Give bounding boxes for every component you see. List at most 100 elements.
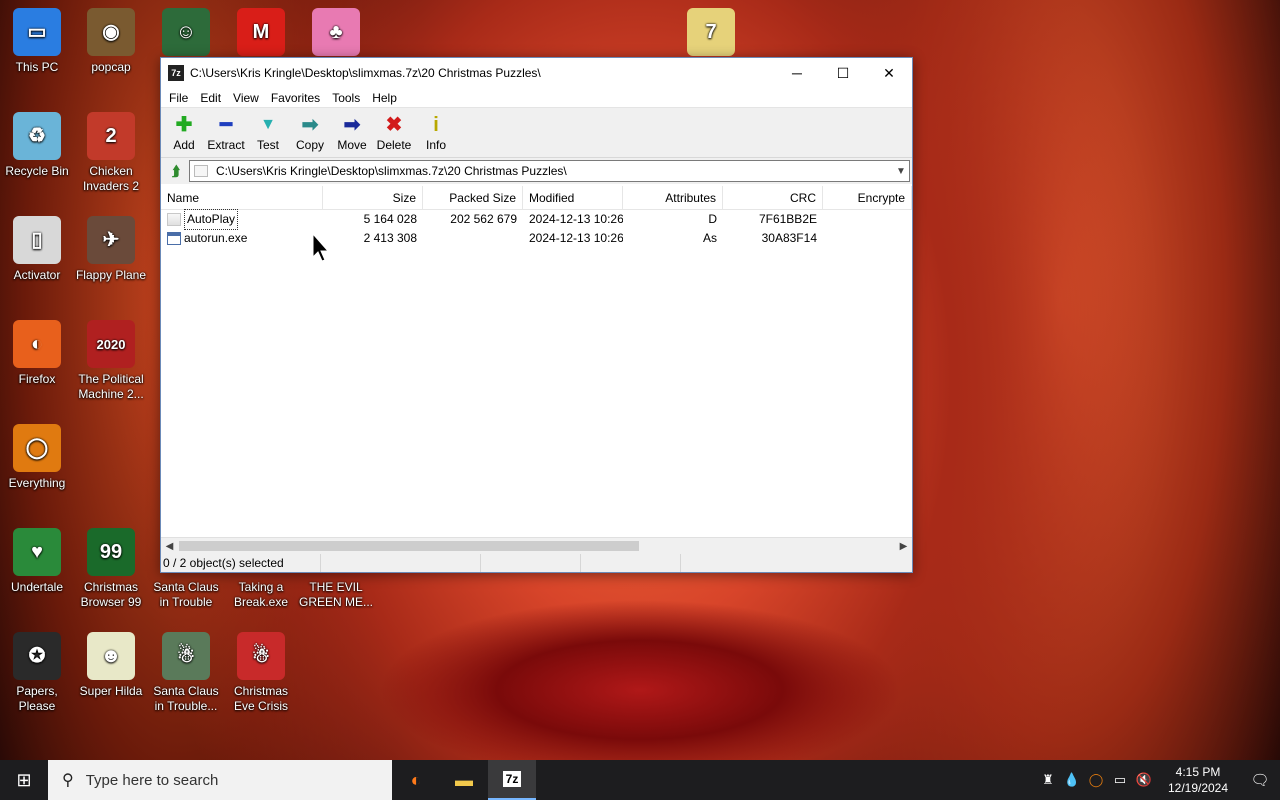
desktop-icon-label: THE EVIL GREEN ME...: [299, 580, 374, 609]
column-headers: Name Size Packed Size Modified Attributes CRC…: [161, 186, 912, 210]
recycle-bin-icon: ♻: [13, 112, 61, 160]
clock-time: 4:15 PM: [1175, 765, 1221, 779]
taskbar: ⊞ ⚲ Type here to search ◐ ▬ 7z ♜ 💧 ◯ ▭ 🔇…: [0, 760, 1280, 800]
taskbar-file-explorer[interactable]: ▬: [440, 760, 488, 800]
desktop-icon-papers-please[interactable]: ✪ Papers, Please: [0, 632, 74, 714]
desktop-icon-label: The Political Machine 2...: [78, 372, 144, 401]
add-label: Add: [173, 138, 195, 152]
scroll-left-icon[interactable]: ◀: [161, 538, 178, 555]
copy-button[interactable]: ➡ Copy: [289, 108, 331, 156]
desktop-icon-label: This PC: [15, 60, 59, 74]
table-row[interactable]: autorun.exe 2 413 308 2024-12-13 10:26 As 30…: [161, 229, 912, 248]
network-icon[interactable]: ▭: [1108, 772, 1132, 788]
desktop-icon-label: popcap: [91, 60, 131, 74]
horizontal-scrollbar[interactable]: ◀ ▶: [161, 537, 912, 554]
desktop-icon-christmas-eve[interactable]: ☃ Christmas Eve Crisis: [224, 632, 298, 714]
super-hilda-glyph: ☻: [100, 644, 122, 667]
menu-view[interactable]: View: [227, 91, 265, 105]
menu-help[interactable]: Help: [366, 91, 403, 105]
table-row[interactable]: AutoPlay 5 164 028 202 562 679 2024-12-13 1…: [161, 209, 912, 230]
extract-button[interactable]: ━ Extract: [205, 108, 247, 156]
menu-edit[interactable]: Edit: [194, 91, 227, 105]
start-button[interactable]: ⊞: [0, 760, 48, 800]
desktop-icon-mcdonalds[interactable]: M: [224, 8, 298, 60]
toolbar: ✚ Add ━ Extract ▼ Test ➡ Copy ➡ Move ✖ Delete i Info: [161, 108, 912, 158]
test-button[interactable]: ▼ Test: [247, 108, 289, 156]
desktop-icon-santa-trouble2[interactable]: ☃ Santa Claus in Trouble...: [149, 632, 223, 714]
column-header-packed-size[interactable]: Packed Size: [423, 186, 523, 210]
column-header-name[interactable]: Name: [161, 186, 323, 210]
tray-everything-icon[interactable]: ◯: [1084, 772, 1108, 788]
column-header-modified[interactable]: Modified: [523, 186, 623, 210]
desktop-icon-firefox[interactable]: ◐ Firefox: [0, 320, 74, 387]
address-path[interactable]: C:\Users\Kris Kringle\Desktop\slimxmas.7…: [216, 164, 893, 178]
7zip-window[interactable]: 7z C:\Users\Kris Kringle\Desktop\slimxma…: [160, 57, 913, 573]
add-button[interactable]: ✚ Add: [163, 108, 205, 156]
santa-trouble2-icon: ☃: [162, 632, 210, 680]
this-pc-glyph: ▭: [27, 20, 47, 43]
notification-center-icon[interactable]: 🗨: [1240, 771, 1280, 789]
christmas-browser-glyph: 99: [99, 540, 123, 563]
chevron-down-icon[interactable]: ▼: [893, 166, 909, 177]
taskbar-7zip[interactable]: 7z: [488, 760, 536, 800]
desktop-icon-label: Santa Claus in Trouble: [153, 580, 219, 609]
desktop-icon-chicken-invaders[interactable]: 2 Chicken Invaders 2: [74, 112, 148, 194]
address-combobox[interactable]: C:\Users\Kris Kringle\Desktop\slimxmas.7…: [189, 160, 910, 182]
close-button[interactable]: ✕: [866, 58, 912, 88]
desktop-icon-recycle-bin[interactable]: ♻ Recycle Bin: [0, 112, 74, 179]
selection-status: 0 / 2 object(s) selected: [161, 554, 321, 572]
pig-glyph: ♣: [329, 20, 343, 43]
extract-label: Extract: [207, 138, 245, 152]
menu-bar: File Edit View Favorites Tools Help: [161, 88, 912, 108]
column-header-encrypted[interactable]: Encrypte: [823, 186, 912, 210]
desktop-icon-everything[interactable]: ◯ Everything: [0, 424, 74, 491]
desktop-icon-flappy-plane[interactable]: ✈ Flappy Plane: [74, 216, 148, 283]
taskbar-firefox[interactable]: ◐: [392, 760, 440, 800]
desktop-icon-christmas-browser[interactable]: 99 Christmas Browser 99: [74, 528, 148, 610]
window-title: C:\Users\Kris Kringle\Desktop\slimxmas.7…: [190, 66, 541, 80]
move-icon: ➡: [343, 114, 361, 136]
file-name: autorun.exe: [184, 231, 248, 245]
this-pc-icon: ▭: [13, 8, 61, 56]
desktop-icon-undertale[interactable]: ♥ Undertale: [0, 528, 74, 595]
tray-droplet-icon[interactable]: 💧: [1060, 772, 1084, 788]
menu-tools[interactable]: Tools: [326, 91, 366, 105]
column-header-attributes[interactable]: Attributes: [623, 186, 723, 210]
title-bar[interactable]: 7z C:\Users\Kris Kringle\Desktop\slimxma…: [161, 58, 912, 88]
desktop-icon-political-machine[interactable]: 2020 The Political Machine 2...: [74, 320, 148, 402]
desktop-icon-archive7z[interactable]: 7: [674, 8, 748, 60]
info-button[interactable]: i Info: [415, 108, 457, 156]
chicken-invaders-icon: 2: [87, 112, 135, 160]
desktop-icon-super-hilda[interactable]: ☻ Super Hilda: [74, 632, 148, 699]
desktop-icon-label: Chicken Invaders 2: [82, 164, 140, 193]
minimize-button[interactable]: ─: [774, 58, 820, 88]
desktop-icon-activator[interactable]: ▯ Activator: [0, 216, 74, 283]
clock[interactable]: 4:15 PM 12/19/2024: [1162, 764, 1234, 796]
file-rows: AutoPlay 5 164 028 202 562 679 2024-12-13 1…: [161, 209, 912, 248]
desktop-icon-popcap[interactable]: ◉ popcap: [74, 8, 148, 75]
maximize-button[interactable]: ☐: [820, 58, 866, 88]
column-header-crc[interactable]: CRC: [723, 186, 823, 210]
taskbar-search-box[interactable]: ⚲ Type here to search: [48, 760, 392, 800]
cell-size: 2 413 308: [363, 231, 417, 245]
cell-size: 5 164 028: [363, 212, 417, 226]
desktop-icon-label: Papers, Please: [16, 684, 58, 713]
menu-file[interactable]: File: [163, 91, 194, 105]
windows-logo-icon: ⊞: [16, 769, 32, 790]
desktop-icon-this-pc[interactable]: ▭ This PC: [0, 8, 74, 75]
column-header-size[interactable]: Size: [323, 186, 423, 210]
move-button[interactable]: ➡ Move: [331, 108, 373, 156]
desktop-icon-pig[interactable]: ♣: [299, 8, 373, 60]
maximize-icon: ☐: [836, 64, 850, 81]
tray-app-icon[interactable]: ♜: [1036, 772, 1060, 788]
up-folder-button[interactable]: ⮭: [163, 160, 189, 182]
scroll-right-icon[interactable]: ▶: [895, 538, 912, 555]
political-machine-icon: 2020: [87, 320, 135, 368]
volume-muted-icon[interactable]: 🔇: [1132, 772, 1156, 788]
desktop-icon-game1[interactable]: ☺: [149, 8, 223, 60]
file-list[interactable]: Name Size Packed Size Modified Attributes CRC…: [161, 186, 912, 537]
delete-button[interactable]: ✖ Delete: [373, 108, 415, 156]
menu-favorites[interactable]: Favorites: [265, 91, 326, 105]
papers-please-icon: ✪: [13, 632, 61, 680]
scrollbar-thumb[interactable]: [179, 541, 639, 551]
